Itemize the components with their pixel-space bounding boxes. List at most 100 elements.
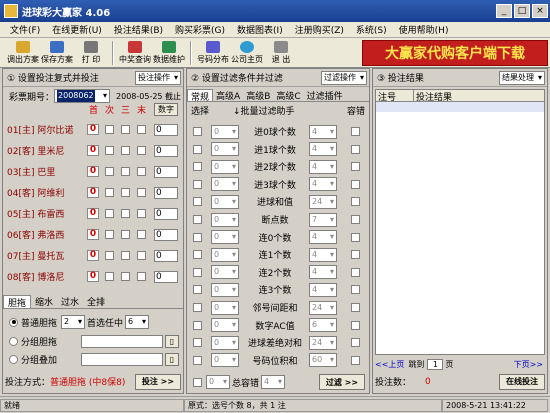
third-goal-checkbox[interactable] [121,272,130,281]
third-goal-checkbox[interactable] [121,251,130,260]
digit-input[interactable]: 0 [154,123,178,136]
filter-min-select[interactable]: 0 ▾ [211,194,239,209]
filter-max-select[interactable]: 4 ▾ [309,124,337,139]
filter-min-select[interactable]: 0 ▾ [211,177,239,192]
third-goal-checkbox[interactable] [121,209,130,218]
digit-input[interactable]: 0 [154,165,178,178]
filter-max-select[interactable]: 4 ▾ [309,247,337,262]
filter-tolerance-checkbox[interactable] [351,179,360,189]
tab-advanced-c[interactable]: 高级C [273,89,303,102]
last-goal-checkbox[interactable] [137,167,146,176]
filter-tolerance-checkbox[interactable] [351,320,360,330]
issue-select[interactable]: 2008062 ▾ [54,89,111,103]
filter-select-checkbox[interactable] [193,127,202,136]
first-goal-cell[interactable]: 0 [87,250,99,261]
digit-input[interactable]: 0 [154,144,178,157]
filter-select-checkbox[interactable] [193,162,202,172]
third-goal-checkbox[interactable] [121,167,130,176]
radio-normal-dantuo[interactable] [9,317,18,327]
result-table[interactable]: 注号 投注结果 [375,89,545,355]
print-button[interactable]: 打 印 [74,39,108,67]
filter-max-select[interactable]: 4 ▾ [309,282,337,297]
tab-dantuo[interactable]: 胆拖 [3,295,32,309]
menu-update[interactable]: 在线更新(U) [46,23,108,36]
filter-max-select[interactable]: 6 ▾ [309,318,337,333]
filter-min-select[interactable]: 0 ▾ [211,247,239,262]
filter-min-select[interactable]: 0 ▾ [211,142,239,157]
filter-select-checkbox[interactable] [193,355,202,365]
first-goal-cell[interactable]: 0 [87,166,99,177]
number-distribution-button[interactable]: 号码分布 [196,39,230,67]
filter-max-select[interactable]: 7 ▾ [309,212,337,227]
second-goal-checkbox[interactable] [105,230,114,239]
filter-select-checkbox[interactable] [193,285,202,295]
menu-system[interactable]: 系统(S) [350,23,393,36]
data-maintain-button[interactable]: 数据维护 [152,39,186,67]
last-goal-checkbox[interactable] [137,230,146,239]
second-goal-checkbox[interactable] [105,272,114,281]
filter-min-select[interactable]: 0 ▾ [211,212,239,227]
client-download-banner[interactable]: 大赢家代购客户端下载 [362,40,548,66]
filter-max-select[interactable]: 4 ▾ [309,230,337,245]
filter-button[interactable]: 过滤 >> [319,374,365,390]
group-stack-input[interactable] [81,353,163,366]
filter-select-checkbox[interactable] [193,320,202,330]
minimize-button[interactable]: _ [496,4,512,18]
filter-select-checkbox[interactable] [193,338,202,348]
filter-tolerance-checkbox[interactable] [351,338,360,348]
filter-tolerance-checkbox[interactable] [351,162,360,172]
filter-min-select[interactable]: 0 ▾ [211,124,239,139]
tolerance-max-select[interactable]: 4 ▾ [261,375,286,389]
third-goal-checkbox[interactable] [121,125,130,134]
filter-max-select[interactable]: 4 ▾ [309,159,337,174]
digit-input[interactable]: 0 [154,186,178,199]
filter-min-select[interactable]: 0 ▾ [211,353,239,368]
digit-input[interactable]: 0 [154,270,178,283]
next-page-link[interactable]: 下页>> [514,359,543,370]
digit-input[interactable]: 0 [154,249,178,262]
filter-tolerance-checkbox[interactable] [351,250,360,260]
filter-max-select[interactable]: 24 ▾ [309,300,337,315]
second-goal-checkbox[interactable] [105,125,114,134]
filter-max-select[interactable]: 4 ▾ [309,177,337,192]
last-goal-checkbox[interactable] [137,188,146,197]
total-tolerance-checkbox[interactable] [193,377,202,387]
group-stack-edit-button[interactable]: ▯ [165,353,179,366]
second-goal-checkbox[interactable] [105,251,114,260]
exit-button[interactable]: 退 出 [264,39,298,67]
filter-select-checkbox[interactable] [193,179,202,189]
filter-min-select[interactable]: 0 ▾ [211,318,239,333]
filter-select-checkbox[interactable] [193,267,202,277]
filter-operation-dropdown[interactable]: 过滤操作 ▾ [321,70,367,85]
first-goal-cell[interactable]: 0 [87,271,99,282]
filter-select-checkbox[interactable] [193,144,202,154]
filter-tolerance-checkbox[interactable] [351,127,360,136]
table-row[interactable] [376,102,544,112]
third-goal-checkbox[interactable] [121,230,130,239]
filter-min-select[interactable]: 0 ▾ [211,265,239,280]
filter-tolerance-checkbox[interactable] [351,197,360,207]
choice-count-select[interactable]: 6 ▾ [125,315,150,329]
last-goal-checkbox[interactable] [137,209,146,218]
digit-header-button[interactable]: 数字 [154,103,178,116]
filter-tolerance-checkbox[interactable] [351,215,360,224]
filter-min-select[interactable]: 0 ▾ [211,159,239,174]
prev-page-link[interactable]: <<上页 [375,359,404,370]
menu-file[interactable]: 文件(F) [4,23,46,36]
filter-select-checkbox[interactable] [193,215,202,224]
first-goal-cell[interactable]: 0 [87,229,99,240]
filter-tolerance-checkbox[interactable] [351,267,360,277]
tab-full-permutation[interactable]: 全排 [83,295,109,308]
online-bet-button[interactable]: 在线投注 [499,373,545,390]
bet-button[interactable]: 投注 >> [135,373,181,390]
filter-tolerance-checkbox[interactable] [351,232,360,242]
filter-tolerance-checkbox[interactable] [351,144,360,154]
filter-tolerance-checkbox[interactable] [351,303,360,312]
homepage-button[interactable]: 公司主页 [230,39,264,67]
digit-input[interactable]: 0 [154,228,178,241]
second-goal-checkbox[interactable] [105,146,114,155]
filter-select-checkbox[interactable] [193,303,202,312]
filter-min-select[interactable]: 0 ▾ [211,300,239,315]
menu-register[interactable]: 注册购买(Z) [289,23,350,36]
close-button[interactable]: × [532,4,548,18]
